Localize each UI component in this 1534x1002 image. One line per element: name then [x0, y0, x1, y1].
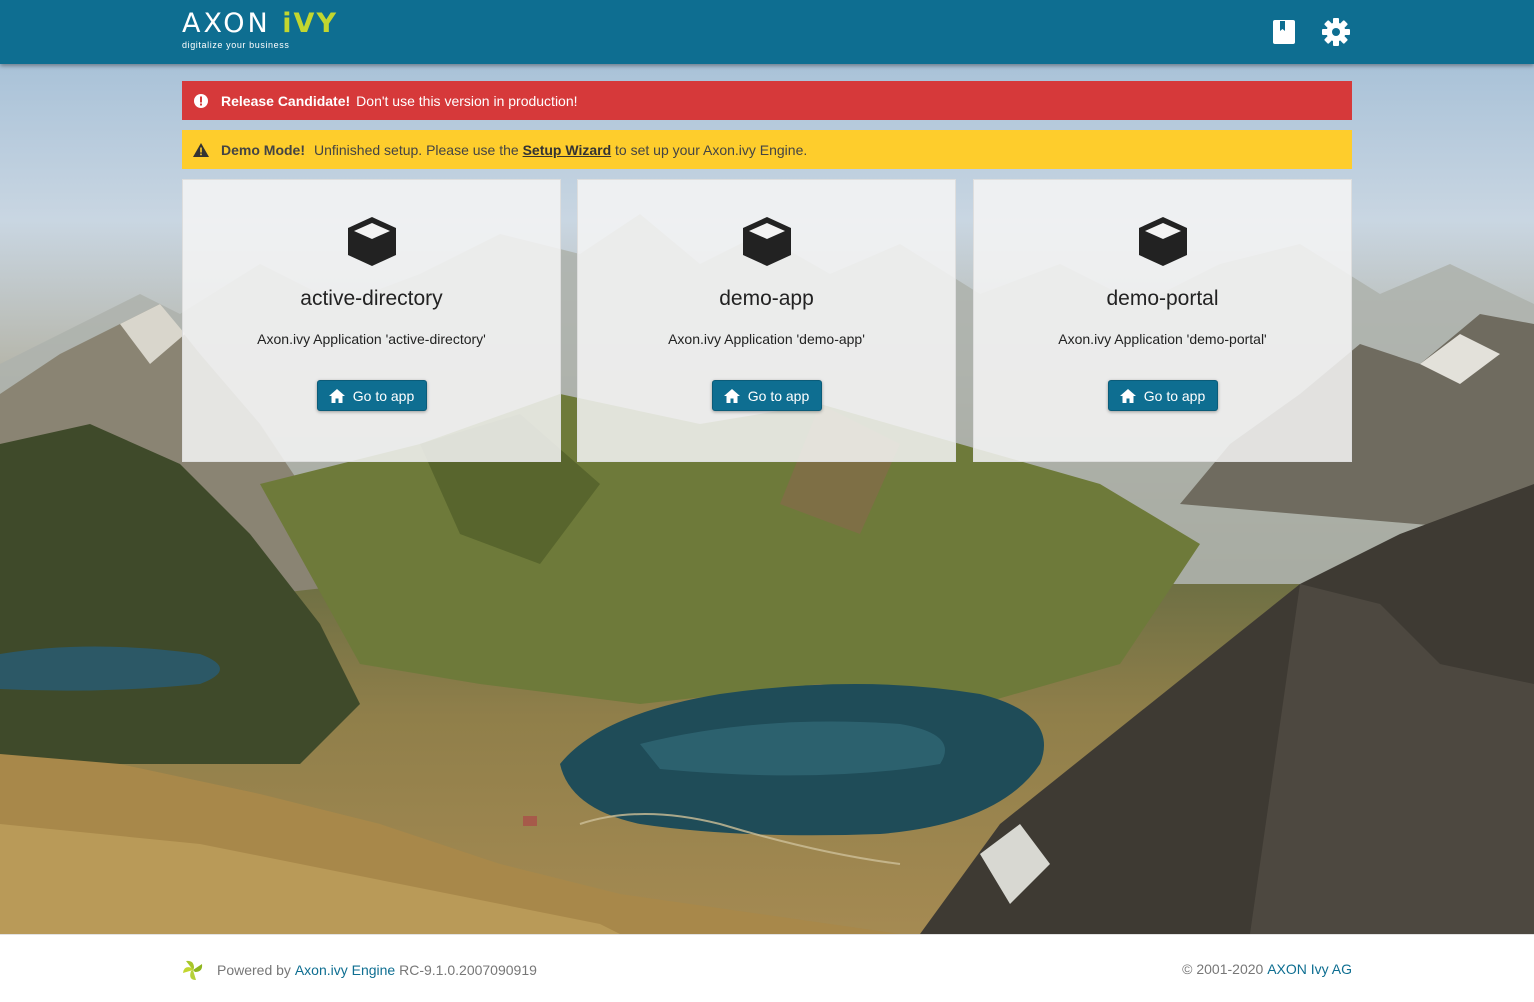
axon-ivy-engine-link[interactable]: Axon.ivy Engine [295, 962, 395, 978]
copyright-text: © 2001-2020 [1182, 961, 1264, 977]
logo-tagline: digitalize your business [182, 40, 290, 50]
book-icon [1273, 20, 1295, 44]
home-icon [328, 388, 345, 403]
footer-powered-by: Powered by Axon.ivy Engine RC-9.1.0.2007… [182, 959, 537, 981]
demo-alert-message-after: to set up your Axon.ivy Engine. [615, 141, 808, 158]
top-navigation-bar: AXON iVY digitalize your business [0, 0, 1534, 64]
app-card-active-directory: active-directory Axon.ivy Application 'a… [182, 179, 561, 462]
engine-version: RC-9.1.0.2007090919 [399, 962, 537, 978]
logo-word-ivy: iVY [282, 8, 338, 39]
app-name: active-directory [300, 287, 443, 310]
exclamation-circle-icon [191, 91, 211, 111]
release-alert-title: Release Candidate! [221, 92, 351, 109]
ivy-leaf-icon [183, 960, 203, 980]
cube-icon [347, 217, 396, 266]
go-to-app-button[interactable]: Go to app [316, 380, 427, 411]
demo-alert-message-before: Unfinished setup. Please use the [314, 141, 519, 158]
demo-mode-alert: Demo Mode! Unfinished setup. Please use … [182, 130, 1352, 169]
go-to-app-label: Go to app [747, 387, 810, 404]
app-description: Axon.ivy Application 'demo-app' [668, 331, 865, 347]
go-to-app-label: Go to app [1143, 387, 1206, 404]
go-to-app-button[interactable]: Go to app [711, 380, 822, 411]
documentation-button[interactable] [1268, 16, 1300, 48]
home-icon [723, 388, 740, 403]
release-candidate-alert: Release Candidate! Don't use this versio… [182, 81, 1352, 120]
warning-triangle-icon [191, 140, 211, 160]
app-card-demo-portal: demo-portal Axon.ivy Application 'demo-p… [973, 179, 1352, 462]
home-icon [1119, 388, 1136, 403]
settings-button[interactable] [1320, 16, 1352, 48]
go-to-app-label: Go to app [352, 387, 415, 404]
logo-wordmark: AXON iVY [182, 10, 338, 38]
powered-by-text: Powered by [217, 962, 291, 978]
logo-word-axon: AXON [182, 8, 271, 39]
app-card-demo-app: demo-app Axon.ivy Application 'demo-app'… [577, 179, 956, 462]
app-name: demo-portal [1106, 287, 1219, 310]
app-name: demo-app [719, 287, 814, 310]
release-alert-message: Don't use this version in production! [356, 92, 578, 109]
axon-ivy-logo[interactable]: AXON iVY digitalize your business [182, 10, 342, 54]
app-description: Axon.ivy Application 'active-directory' [257, 331, 486, 347]
demo-alert-title: Demo Mode! [221, 141, 305, 158]
cube-icon [742, 217, 791, 266]
gear-icon [1322, 18, 1350, 46]
go-to-app-button[interactable]: Go to app [1107, 380, 1218, 411]
footer-copyright: © 2001-2020 AXON Ivy AG [1182, 961, 1352, 977]
axon-ivy-ag-link[interactable]: AXON Ivy AG [1267, 961, 1352, 977]
cube-icon [1138, 217, 1187, 266]
page-footer: Powered by Axon.ivy Engine RC-9.1.0.2007… [0, 934, 1534, 1002]
setup-wizard-link[interactable]: Setup Wizard [523, 142, 612, 158]
app-description: Axon.ivy Application 'demo-portal' [1058, 331, 1267, 347]
